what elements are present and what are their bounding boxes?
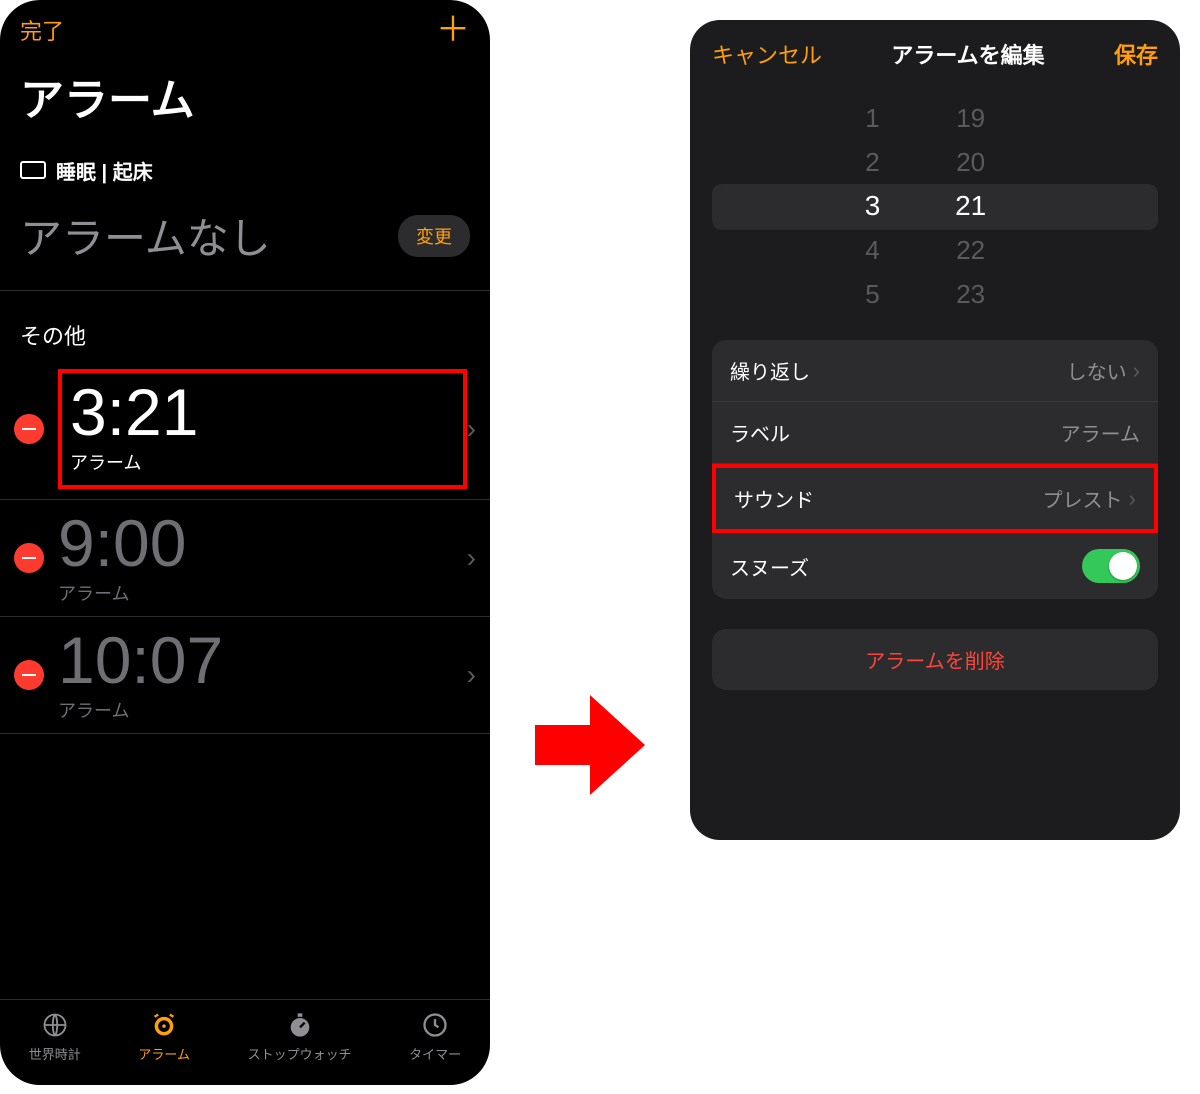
chevron-right-icon: › [467, 413, 476, 445]
bed-icon [20, 161, 46, 179]
tab-stopwatch[interactable]: ストップウォッチ [248, 1010, 352, 1063]
alarm-row-highlight: 3:21 アラーム [58, 369, 467, 489]
repeat-value: しない› [1067, 356, 1140, 385]
alarm-time: 3:21 [70, 379, 455, 445]
alarm-time: 10:07 [58, 627, 467, 693]
alarm-row-1[interactable]: 9:00 アラーム › [0, 500, 490, 617]
tab-label: アラーム [138, 1044, 190, 1063]
edit-title: アラームを編集 [891, 38, 1044, 70]
label-value: アラーム [1061, 418, 1140, 447]
alarm-time: 9:00 [58, 510, 467, 576]
alarm-label: アラーム [70, 449, 455, 475]
save-button[interactable]: 保存 [1114, 38, 1158, 70]
delete-minus-button[interactable] [14, 660, 44, 690]
alarm-body: 9:00 アラーム [58, 510, 467, 606]
tab-world-clock[interactable]: 世界時計 [29, 1010, 81, 1063]
sleep-change-button[interactable]: 変更 [398, 215, 470, 257]
tab-bar: 世界時計 アラーム ストップウォッチ タイマー [0, 999, 490, 1085]
sleep-alarm-row: アラームなし 変更 [0, 195, 490, 291]
edit-header: キャンセル アラームを編集 保存 [690, 20, 1180, 88]
add-alarm-button[interactable]: ＋ [436, 18, 470, 42]
label-label: ラベル [730, 418, 790, 447]
alarm-label: アラーム [58, 697, 467, 723]
stopwatch-icon [285, 1010, 315, 1040]
tab-label: ストップウォッチ [248, 1044, 352, 1063]
delete-minus-button[interactable] [14, 414, 44, 444]
tab-alarm[interactable]: アラーム [138, 1010, 190, 1063]
alarm-body: 10:07 アラーム [58, 627, 467, 723]
timer-icon [420, 1010, 450, 1040]
delete-alarm-button[interactable]: アラームを削除 [712, 629, 1158, 690]
sleep-section-header: 睡眠 | 起床 [0, 152, 490, 195]
chevron-right-icon: › [467, 542, 476, 574]
alarm-settings-group: 繰り返し しない› ラベル アラーム サウンド プレスト› スヌーズ [712, 340, 1158, 599]
arrow-indicator [530, 690, 650, 805]
topbar: 完了 ＋ [0, 0, 490, 56]
other-section-header: その他 [0, 291, 490, 359]
snooze-toggle[interactable] [1082, 549, 1140, 583]
alarm-label: アラーム [58, 580, 467, 606]
snooze-row: スヌーズ [712, 533, 1158, 599]
no-alarm-text: アラームなし [20, 205, 271, 266]
page-title: アラーム [0, 56, 490, 152]
globe-icon [40, 1010, 70, 1040]
repeat-row[interactable]: 繰り返し しない› [712, 340, 1158, 402]
tab-label: タイマー [409, 1044, 461, 1063]
alarm-list-screen: 完了 ＋ アラーム 睡眠 | 起床 アラームなし 変更 その他 3:21 アラー… [0, 0, 490, 1085]
repeat-label: 繰り返し [730, 356, 810, 385]
sound-row[interactable]: サウンド プレスト› [712, 464, 1158, 533]
done-button[interactable]: 完了 [20, 14, 64, 46]
chevron-right-icon: › [1133, 358, 1140, 384]
chevron-right-icon: › [1129, 486, 1136, 512]
minute-column[interactable]: 18 19 20 21 22 23 24 [955, 92, 986, 322]
sleep-section-label: 睡眠 | 起床 [56, 156, 153, 185]
delete-minus-button[interactable] [14, 543, 44, 573]
picker-selection-band [712, 184, 1158, 230]
sound-label: サウンド [734, 484, 814, 513]
hour-column[interactable]: 0 1 2 3 4 5 6 [865, 92, 881, 322]
chevron-right-icon: › [467, 659, 476, 691]
cancel-button[interactable]: キャンセル [712, 38, 822, 70]
tab-timer[interactable]: タイマー [409, 1010, 461, 1063]
tab-label: 世界時計 [29, 1044, 81, 1063]
alarm-row-2[interactable]: 10:07 アラーム › [0, 617, 490, 734]
edit-alarm-screen: キャンセル アラームを編集 保存 0 1 2 3 4 5 6 18 19 20 … [690, 20, 1180, 840]
time-picker[interactable]: 0 1 2 3 4 5 6 18 19 20 21 22 23 24 [712, 92, 1158, 322]
alarm-row-0[interactable]: 3:21 アラーム › [0, 359, 490, 500]
alarm-clock-icon [149, 1010, 179, 1040]
snooze-label: スヌーズ [730, 552, 809, 581]
sound-value: プレスト› [1043, 484, 1136, 513]
label-row[interactable]: ラベル アラーム [712, 402, 1158, 464]
